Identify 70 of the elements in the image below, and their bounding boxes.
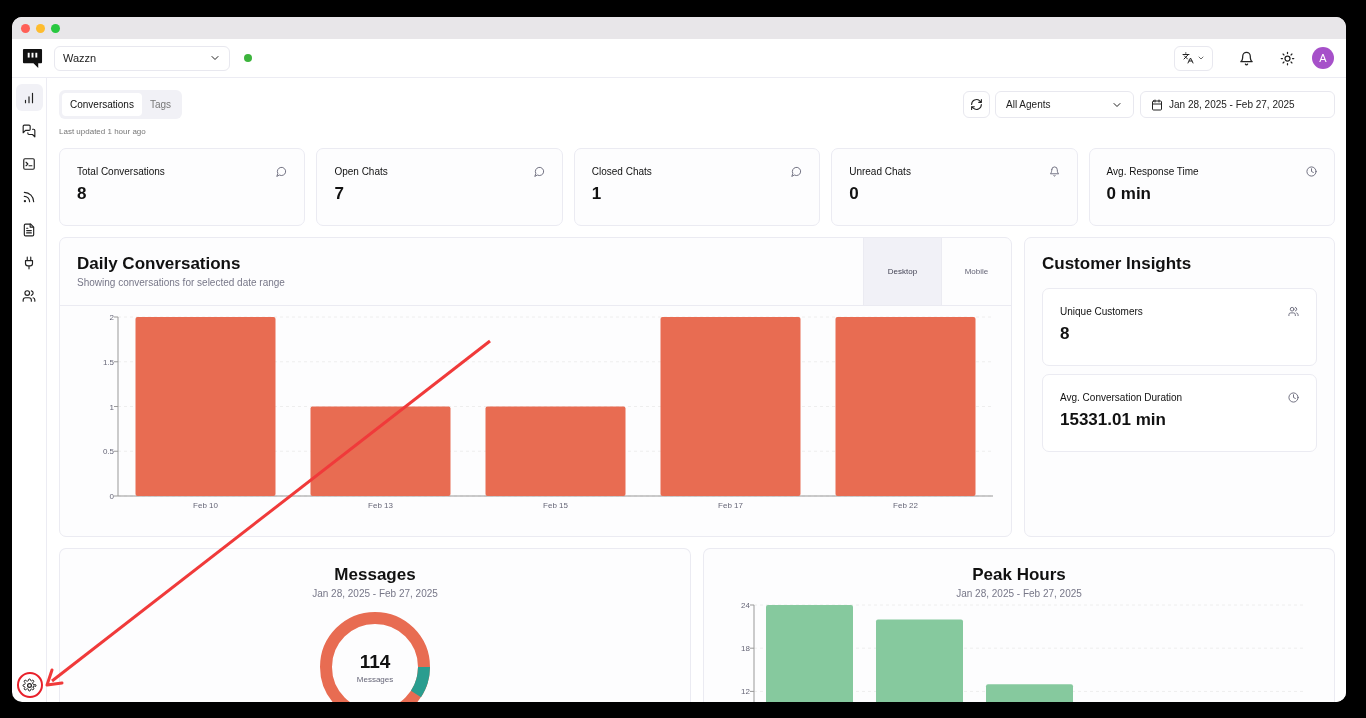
users-icon [1288,306,1299,317]
stat-title: Unread Chats [849,166,911,177]
refresh-button[interactable] [963,91,990,118]
refresh-icon [970,98,983,111]
bell-icon[interactable] [1239,50,1254,66]
axis-tick-label: 12 [741,687,750,697]
highlight-circle [17,672,43,698]
stat-value: 7 [334,184,345,204]
bar-chart-icon [22,90,36,105]
stat-title: Unique Customers [1060,306,1143,317]
stat-value: 1 [591,184,603,204]
stat-value: 15331.01 min [1060,410,1167,430]
clock-icon [1288,392,1299,403]
tab[interactable]: Tags [141,93,180,116]
translate-icon [1182,52,1194,64]
workspace-select[interactable]: Wazzn [54,45,230,71]
card-subtitle: Showing conversations for selected date range [77,277,286,288]
date-range-picker[interactable]: Jan 28, 2025 - Feb 27, 2025 [1140,91,1335,118]
axis-tick-label: Feb 15 [543,501,568,510]
stat-value: 0 min [1106,184,1152,204]
axis-tick-label: Feb 13 [368,501,393,510]
last-updated-text: Last updated 1 hour ago [59,127,147,136]
settings-icon[interactable] [21,678,37,693]
stat-value: 0 [849,184,860,204]
card-subtitle: Jan 28, 2025 - Feb 27, 2025 [956,588,1082,599]
rss-icon [22,189,36,204]
chat-bubble-icon [276,166,288,177]
chat-bubbles-icon [22,123,36,138]
axis-tick-label: 1.5 [102,357,114,367]
language-button[interactable] [1174,45,1213,71]
users-icon [22,288,36,303]
bell-icon [1048,166,1060,177]
stat-value: 8 [1060,324,1071,344]
axis-tick-label: 1 [109,402,114,412]
donut-label: Messages [356,674,394,684]
axis-tick-label: Feb 17 [718,501,743,510]
axis-tick-label: Feb 10 [193,501,218,510]
card-subtitle: Jan 28, 2025 - Feb 27, 2025 [312,588,438,599]
stat-value: 8 [77,184,88,204]
card-title: Customer Insights [1042,254,1193,274]
stat-title: Total Conversations [77,166,165,177]
terminal-icon [22,156,36,171]
donut-total: 114 [359,650,391,673]
card-title: Peak Hours [972,565,1066,585]
calendar-icon [1151,98,1163,111]
stat-title: Open Chats [334,166,388,177]
chat-bubble-icon [791,166,803,177]
card-title: Daily Conversations [77,254,242,274]
axis-tick-label: 0.5 [102,447,114,457]
document-icon [22,222,36,237]
device-toggle[interactable]: Desktop [863,238,941,305]
axis-tick-label: 2 [109,313,114,322]
axis-tick-label: Feb 22 [893,501,918,510]
axis-tick-label: 24 [741,601,750,610]
axis-tick-label: 18 [741,644,750,654]
device-toggle[interactable]: Mobile [941,238,1011,305]
plug-icon [22,255,36,270]
stat-title: Avg. Response Time [1106,166,1199,177]
card-title: Messages [334,565,416,585]
logo-icon [22,47,43,69]
stat-title: Closed Chats [591,166,652,177]
avatar[interactable]: A [1312,47,1334,69]
sun-icon[interactable] [1280,50,1295,66]
chevron-down-icon [1197,54,1205,62]
tab[interactable]: Conversations [62,93,142,116]
axis-tick-label: 0 [109,492,114,501]
clock-icon [1306,166,1317,177]
agent-select[interactable]: All Agents [995,91,1134,118]
stat-title: Avg. Conversation Duration [1060,392,1183,403]
chat-bubble-icon [533,166,545,177]
